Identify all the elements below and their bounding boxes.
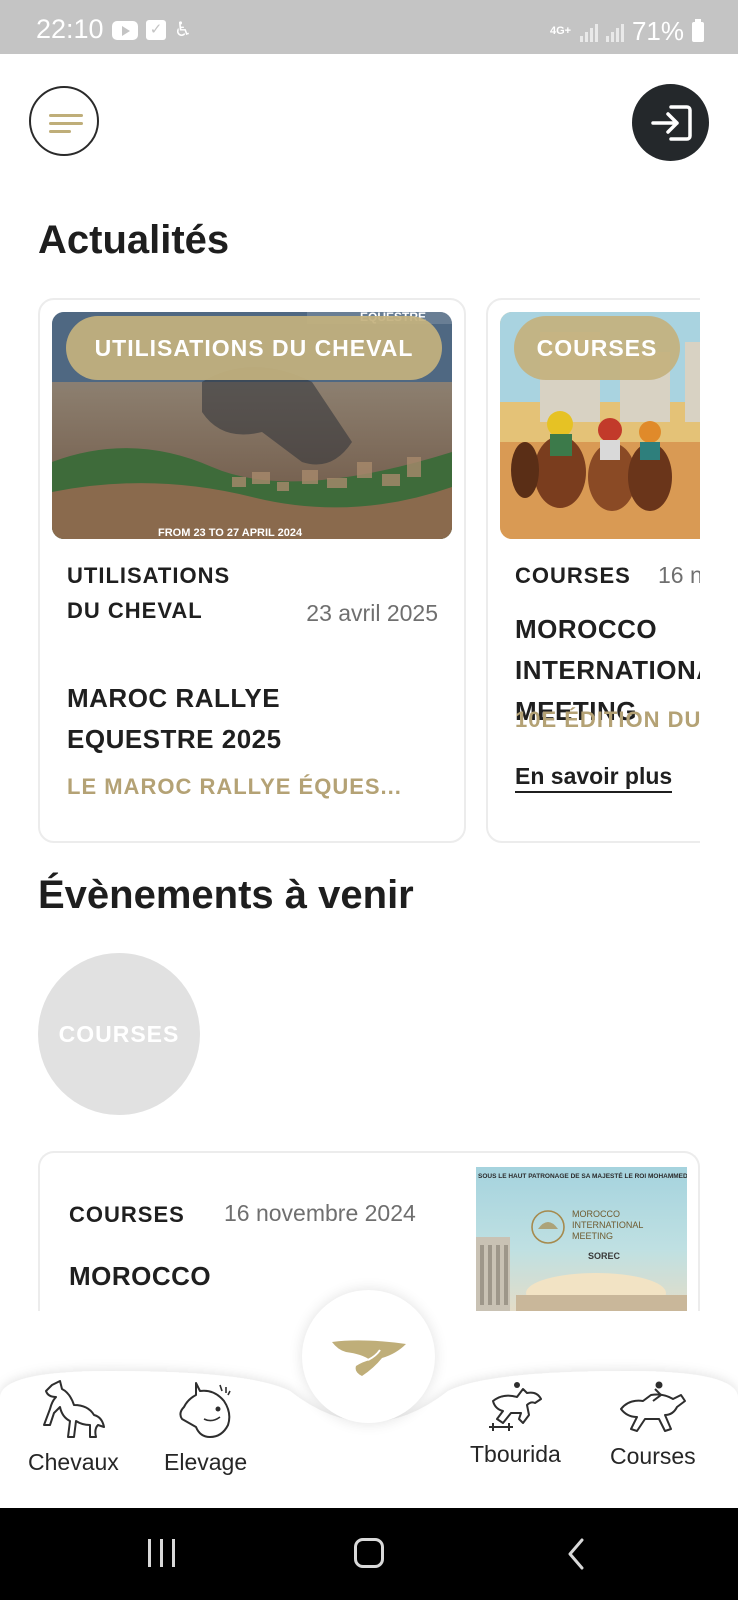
event-card-category: COURSES (69, 1202, 185, 1227)
event-card-image: SOUS LE HAUT PATRONAGE DE SA MAJESTÉ LE … (476, 1167, 687, 1311)
nav-label: Tbourida (470, 1441, 561, 1467)
category-badge: UTILISATIONS DU CHEVAL (66, 316, 442, 380)
login-button[interactable] (632, 84, 709, 161)
youtube-icon (112, 20, 138, 40)
network-type: 4G+ (549, 25, 572, 37)
system-icons: 4G+ 71% (550, 16, 704, 47)
jumping-horse-icon (489, 1382, 543, 1431)
news-carousel[interactable]: FROM 23 TO 27 APRIL 2024 EQUESTRE UTILIS… (38, 298, 700, 843)
news-card[interactable]: COURSES COURSES 16 novembre 2024 MOROCCO… (486, 298, 700, 843)
accessibility-icon: ♿ (174, 19, 192, 41)
nav-label: Chevaux (28, 1449, 119, 1475)
news-card-category: COURSES (515, 563, 631, 588)
news-section-title: Actualités (38, 218, 230, 262)
event-image-title-1: MOROCCO (572, 1209, 620, 1219)
signal-icon (605, 22, 624, 42)
status-time: 22:10 (36, 14, 104, 44)
rearing-horse-icon (43, 1380, 106, 1438)
back-icon[interactable] (566, 1538, 586, 1570)
nav-chevaux[interactable]: Chevaux (28, 1379, 119, 1476)
event-image-header: SOUS LE HAUT PATRONAGE DE SA MAJESTÉ LE … (478, 1171, 687, 1180)
nav-label: Courses (610, 1443, 696, 1469)
news-card[interactable]: FROM 23 TO 27 APRIL 2024 EQUESTRE UTILIS… (38, 298, 466, 843)
menu-button[interactable] (29, 86, 99, 156)
event-card-title: MOROCCO (69, 1261, 212, 1291)
home-fab-button[interactable] (302, 1290, 435, 1423)
events-section-title: Évènements à venir (38, 873, 414, 917)
racing-horse-icon (619, 1381, 686, 1432)
event-image-brand: SOREC (588, 1251, 621, 1261)
event-image-title-3: MEETING (572, 1231, 613, 1241)
event-card[interactable]: COURSES 16 novembre 2024 MOROCCO SOUS LE… (38, 1151, 700, 1311)
news-card-image-caption: FROM 23 TO 27 APRIL 2024 (158, 527, 303, 539)
news-card-excerpt: LE MAROC RALLYE ÉQUES... (67, 774, 402, 799)
check-icon: ✓ (146, 20, 166, 40)
event-card-date: 16 novembre 2024 (224, 1200, 416, 1226)
signal-icon (579, 22, 598, 42)
sorec-logo-icon (331, 1339, 406, 1376)
nav-tbourida[interactable]: Tbourida (470, 1379, 561, 1468)
event-image-title-2: INTERNATIONAL (572, 1220, 643, 1230)
system-navigation-bar (0, 1508, 738, 1600)
news-card-title: MAROC RALLYE EQUESTRE 2025 (67, 683, 282, 754)
news-card-category: UTILISATIONS DU CHEVAL (67, 563, 231, 623)
nav-label: Elevage (164, 1449, 248, 1475)
news-card-date: 16 novembre 2024 (658, 562, 700, 588)
horse-head-icon (178, 1382, 231, 1438)
nav-elevage[interactable]: Elevage (164, 1379, 247, 1476)
battery-level: 71% (631, 16, 684, 46)
category-badge: COURSES (514, 316, 680, 380)
event-filter-courses[interactable]: COURSES (38, 953, 200, 1115)
status-bar: 22:10 ✓ ♿ 4G+ 71% (0, 0, 738, 54)
news-card-excerpt: 10E ÉDITION DU MOROCCO (515, 707, 700, 732)
read-more-link[interactable]: En savoir plus (515, 763, 673, 793)
nav-courses[interactable]: Courses (610, 1379, 696, 1470)
battery-icon (692, 18, 704, 42)
login-icon (650, 104, 692, 141)
notification-icons: ✓ ♿ (112, 20, 192, 40)
recent-apps-icon[interactable] (148, 1539, 175, 1567)
hamburger-menu-icon (49, 114, 83, 117)
home-icon[interactable] (354, 1538, 384, 1568)
news-card-date: 23 avril 2025 (306, 600, 438, 626)
